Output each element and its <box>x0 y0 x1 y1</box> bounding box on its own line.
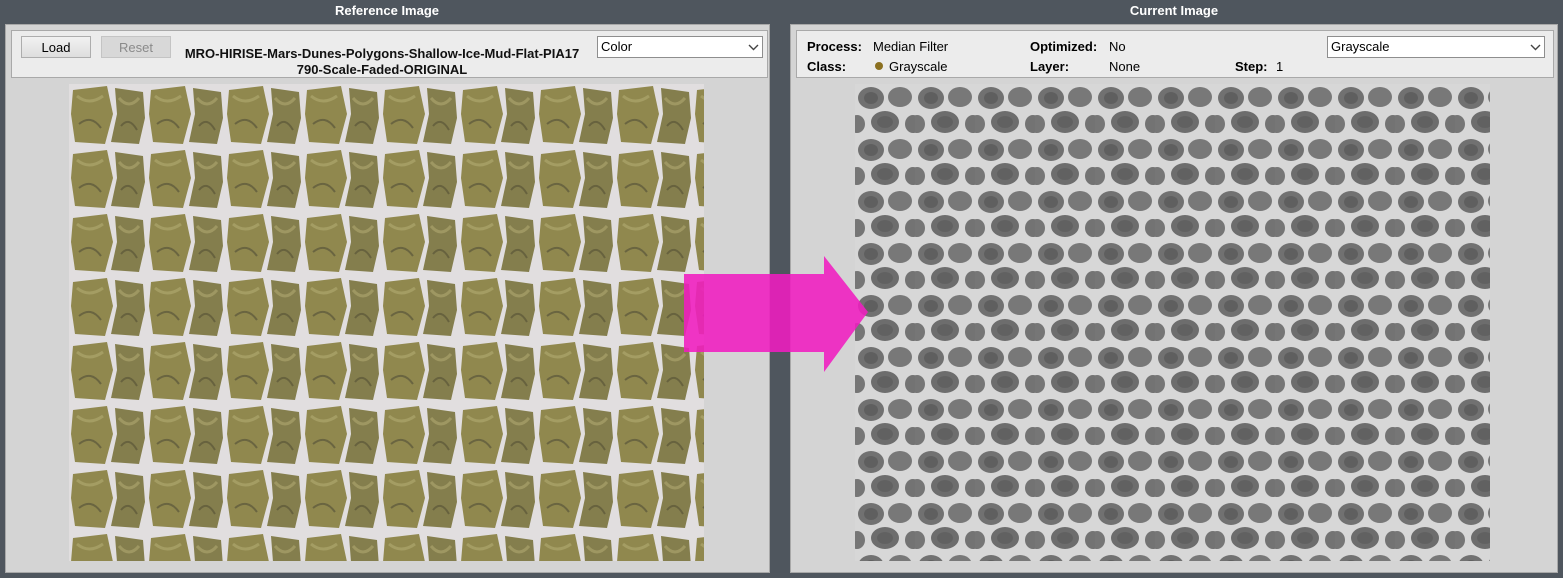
reference-panel: Load Reset MRO-HIRISE-Mars-Dunes-Polygon… <box>5 24 770 573</box>
reference-image <box>69 84 704 561</box>
file-name-line2: 790-Scale-Faded-ORIGINAL <box>296 62 468 77</box>
layer-label: Layer: <box>1030 59 1070 74</box>
layer-value: None <box>1109 59 1141 74</box>
optimized-label: Optimized: <box>1030 39 1098 54</box>
optimized-value: No <box>1109 39 1126 54</box>
reference-toolbar: Load Reset MRO-HIRISE-Mars-Dunes-Polygon… <box>11 30 768 78</box>
chevron-down-icon <box>744 37 762 57</box>
class-value: Grayscale <box>889 59 948 74</box>
file-name: MRO-HIRISE-Mars-Dunes-Polygons-Shallow-I… <box>182 46 582 77</box>
dot-icon <box>875 62 883 70</box>
class-label: Class: <box>807 59 847 74</box>
process-label: Process: <box>807 39 862 54</box>
step-label: Step: <box>1235 59 1268 74</box>
file-name-line1: MRO-HIRISE-Mars-Dunes-Polygons-Shallow-I… <box>184 46 580 61</box>
current-toolbar: Process: Median Filter Class: Grayscale … <box>796 30 1554 78</box>
reference-color-mode-value: Color <box>601 39 633 54</box>
reference-color-mode-select[interactable]: Color <box>597 36 763 58</box>
current-panel: Process: Median Filter Class: Grayscale … <box>790 24 1558 573</box>
reset-button[interactable]: Reset <box>101 36 171 58</box>
process-value: Median Filter <box>873 39 949 54</box>
chevron-down-icon <box>1526 37 1544 57</box>
class-value-wrap: Grayscale <box>875 59 948 75</box>
current-image-title: Current Image <box>1129 3 1219 18</box>
reference-image-title: Reference Image <box>334 3 440 18</box>
current-image <box>855 84 1490 561</box>
step-value: 1 <box>1276 59 1284 74</box>
current-color-mode-select[interactable]: Grayscale <box>1327 36 1545 58</box>
load-button[interactable]: Load <box>21 36 91 58</box>
current-color-mode-value: Grayscale <box>1331 39 1390 54</box>
